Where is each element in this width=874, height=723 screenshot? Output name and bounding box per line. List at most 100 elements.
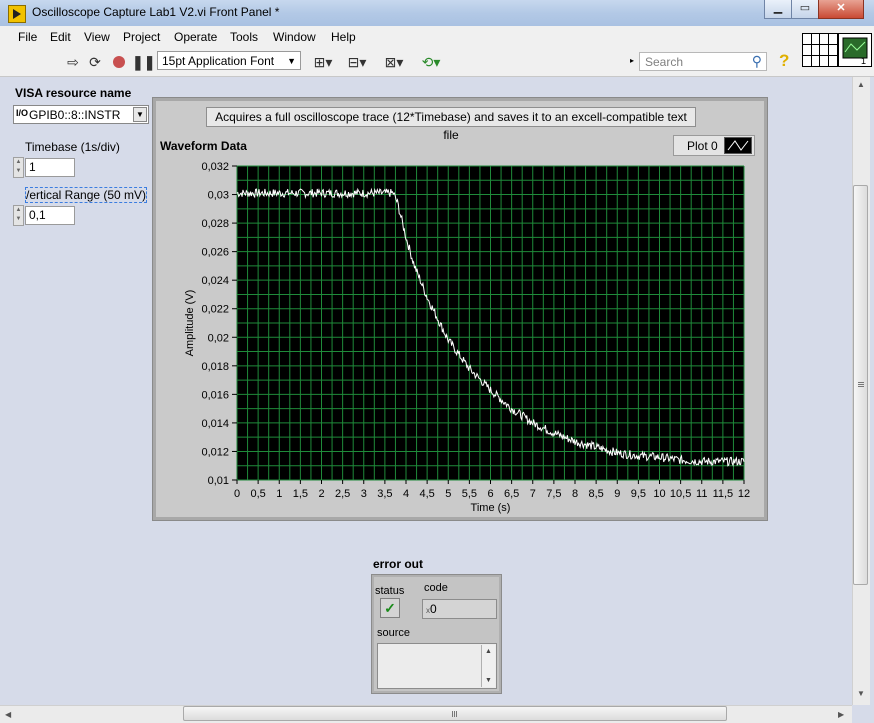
source-scrollbar[interactable]: ▲ ▼: [481, 645, 495, 687]
abort-icon[interactable]: [110, 54, 128, 70]
x-tick-label: 3: [361, 488, 367, 500]
code-label: code: [424, 582, 448, 594]
search-input[interactable]: Search ⚲: [639, 52, 767, 71]
run-arrow-icon[interactable]: ⇨: [64, 54, 82, 70]
y-tick-label: 0,026: [201, 247, 229, 259]
scroll-up-icon[interactable]: ▲: [485, 648, 492, 655]
x-tick-label: 5: [445, 488, 451, 500]
title-bar: Oscilloscope Capture Lab1 V2.vi Front Pa…: [0, 0, 874, 27]
maximize-button[interactable]: ▭: [791, 0, 819, 19]
legend-label: Plot 0: [687, 139, 718, 153]
y-tick-label: 0,032: [201, 161, 229, 173]
menu-operate[interactable]: Operate: [174, 30, 217, 44]
scroll-left-icon[interactable]: ◀: [5, 710, 11, 719]
font-selector[interactable]: 15pt Application Font ▼: [157, 51, 301, 70]
pause-icon[interactable]: ❚❚: [132, 54, 155, 70]
svg-text:1: 1: [861, 56, 866, 66]
search-placeholder: Search: [645, 55, 684, 69]
x-tick-label: 11: [696, 488, 707, 500]
description-text: Acquires a full oscilloscope trace (12*T…: [206, 107, 696, 142]
vertical-range-input[interactable]: 0,1: [25, 206, 75, 225]
timebase-input[interactable]: 1: [25, 158, 75, 177]
x-tick-label: 9: [614, 488, 620, 500]
x-tick-label: 8,5: [588, 488, 603, 500]
x-tick-label: 8: [572, 488, 578, 500]
x-tick-label: 1: [276, 488, 282, 500]
x-tick-label: 5,5: [462, 488, 477, 500]
y-tick-label: 0,03: [208, 190, 229, 202]
menu-file[interactable]: File: [18, 30, 37, 44]
menu-bar: File Edit View Project Operate Tools Win…: [0, 26, 874, 48]
x-tick-label: 10: [653, 488, 665, 500]
resize-icon[interactable]: ⊠▾: [380, 54, 408, 70]
scroll-down-icon[interactable]: ▼: [485, 677, 492, 684]
x-tick-label: 1,5: [293, 488, 308, 500]
search-toggle-icon[interactable]: ▸: [630, 56, 634, 65]
source-label: source: [377, 627, 411, 639]
code-indicator: x0: [422, 599, 497, 619]
x-tick-label: 3,5: [377, 488, 392, 500]
x-tick-label: 2: [318, 488, 324, 500]
labview-app-icon: [8, 5, 26, 23]
vertical-range-spinner-icon[interactable]: ▲ ▼: [13, 205, 24, 226]
code-value: 0: [430, 602, 437, 616]
horizontal-scroll-thumb[interactable]: [183, 706, 727, 721]
source-indicator: [377, 643, 497, 689]
context-help-icon[interactable]: ?: [779, 51, 789, 71]
vertical-range-label: /ertical Range (50 mV): [25, 187, 148, 203]
y-tick-label: 0,012: [201, 446, 229, 458]
legend-swatch: [724, 137, 752, 154]
distribute-icon[interactable]: ⊟▾: [344, 54, 370, 70]
x-tick-label: 6,5: [504, 488, 519, 500]
x-tick-label: 9,5: [631, 488, 646, 500]
y-tick-label: 0,016: [201, 389, 229, 401]
timebase-label: Timebase (1s/div): [25, 140, 120, 154]
run-continuously-icon[interactable]: ⟳: [86, 54, 104, 70]
error-out-label: error out: [373, 557, 424, 571]
x-tick-label: 6: [487, 488, 493, 500]
visa-label: VISA resource name: [15, 86, 132, 100]
x-axis-label: Time (s): [471, 502, 511, 514]
status-indicator: ✓: [380, 598, 400, 618]
x-tick-label: 7,5: [546, 488, 561, 500]
y-tick-label: 0,018: [201, 361, 229, 373]
menu-view[interactable]: View: [84, 30, 110, 44]
y-tick-labels: 0,01 0,012 0,014 0,016 0,018 0,02 0,022 0,024 0,…: [201, 161, 237, 487]
plot-legend[interactable]: Plot 0: [673, 135, 755, 156]
window-title: Oscilloscope Capture Lab1 V2.vi Front Pa…: [32, 5, 280, 19]
y-tick-label: 0,024: [201, 275, 229, 287]
x-tick-label: 11,5: [713, 488, 734, 500]
menu-edit[interactable]: Edit: [50, 30, 71, 44]
menu-tools[interactable]: Tools: [230, 30, 258, 44]
dropdown-arrow-icon[interactable]: ▼: [133, 107, 147, 122]
y-tick-label: 0,02: [208, 332, 229, 344]
scroll-up-icon[interactable]: ▲: [857, 80, 865, 89]
x-tick-label: 10,5: [670, 488, 691, 500]
timebase-spinner-icon[interactable]: ▲ ▼: [13, 157, 24, 178]
chart-title: Waveform Data: [160, 139, 247, 153]
vi-icon[interactable]: 1: [838, 33, 872, 67]
y-tick-label: 0,022: [201, 304, 229, 316]
menu-project[interactable]: Project: [123, 30, 160, 44]
y-tick-label: 0,01: [208, 475, 229, 487]
scroll-down-icon[interactable]: ▼: [857, 689, 865, 698]
search-icon[interactable]: ⚲: [752, 53, 762, 70]
y-axis-label: Amplitude (V): [184, 290, 196, 357]
menu-window[interactable]: Window: [273, 30, 316, 44]
vertical-scroll-thumb[interactable]: [853, 185, 868, 585]
y-tick-label: 0,028: [201, 218, 229, 230]
visa-io-icon: I/O: [16, 108, 29, 118]
status-label: status: [375, 585, 405, 597]
x-tick-label: 4: [403, 488, 409, 500]
menu-help[interactable]: Help: [331, 30, 356, 44]
visa-resource-control[interactable]: I/O GPIB0::8::INSTR ▼: [13, 105, 149, 124]
x-tick-label: 2,5: [335, 488, 350, 500]
minimize-button[interactable]: ▁: [764, 0, 792, 19]
waveform-graph[interactable]: 0,01 0,012 0,014 0,016 0,018 0,02 0,022 0,024 0,…: [156, 155, 764, 517]
close-button[interactable]: ✕: [818, 0, 864, 19]
scroll-right-icon[interactable]: ▶: [838, 710, 844, 719]
x-tick-labels: 0 0,5 1 1,5 2 2,5 3 3,5 4 4,5 5 5,5 6 6,5 7 7,5 8 8,5 9 9,5…: [234, 480, 750, 500]
align-icon[interactable]: ⊞▾: [310, 54, 336, 70]
reorder-icon[interactable]: ⟲▾: [418, 54, 444, 70]
connector-pane-icon[interactable]: [802, 33, 838, 67]
